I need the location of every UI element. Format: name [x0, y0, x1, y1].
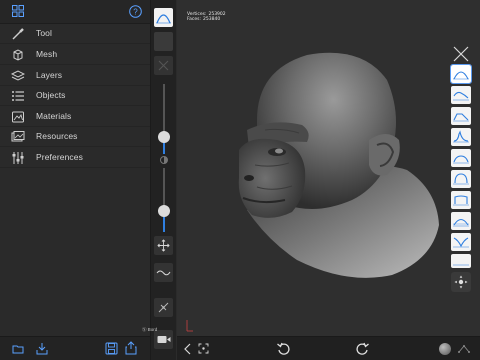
- left-panel-header: ?: [0, 0, 150, 24]
- menu-item-tool[interactable]: Tool: [0, 24, 150, 44]
- video-camera-icon: [157, 336, 171, 343]
- brush-inflate[interactable]: [451, 149, 471, 167]
- stroke-wave-icon: [156, 270, 171, 276]
- save-icon[interactable]: [105, 342, 118, 355]
- sculpt-model: [238, 52, 439, 278]
- menu-item-resources[interactable]: Resources: [0, 127, 150, 147]
- brush-curve-icon: [453, 173, 469, 185]
- brush-slot-button[interactable]: [154, 32, 173, 51]
- brush-damstandard[interactable]: [451, 128, 471, 146]
- brush-standard[interactable]: [450, 64, 472, 84]
- brush-slot-partial[interactable]: [451, 254, 471, 268]
- share-icon[interactable]: [125, 341, 137, 355]
- left-panel-footer: [0, 336, 150, 360]
- redo-icon[interactable]: [356, 342, 369, 355]
- brush-curve-icon: [453, 264, 469, 266]
- move-arrows-icon: [157, 239, 170, 252]
- menu-item-materials[interactable]: Materials: [0, 107, 150, 127]
- axis-gizmo-icon: [186, 320, 193, 332]
- help-icon[interactable]: ?: [129, 5, 142, 18]
- tool-strip: [150, 0, 176, 360]
- menu-item-preferences[interactable]: Preferences: [0, 148, 150, 168]
- navigate-icon: [454, 275, 468, 289]
- navigation-button[interactable]: [451, 272, 471, 292]
- material-ball[interactable]: [439, 343, 451, 355]
- brush-clay[interactable]: [451, 86, 471, 104]
- symmetry-button[interactable]: [154, 298, 173, 317]
- more-options-icon[interactable]: [458, 344, 470, 354]
- menu-item-label: Resources: [36, 131, 78, 141]
- menu-item-label: Layers: [36, 70, 63, 80]
- brush-flatten[interactable]: [451, 191, 471, 209]
- close-icon[interactable]: [452, 45, 470, 63]
- brush-curve-icon: [453, 195, 469, 206]
- brush-curve-icon: [453, 130, 469, 143]
- menu-item-label: Preferences: [36, 152, 83, 162]
- download-icon[interactable]: [36, 342, 48, 355]
- focal-shift-icon[interactable]: [159, 155, 169, 165]
- mesh-cube-icon: [13, 49, 23, 61]
- svg-text:?: ?: [133, 8, 138, 17]
- stroke-type-button[interactable]: [154, 263, 173, 282]
- frame-view-icon[interactable]: [198, 343, 209, 354]
- brush-falloff-icon: [156, 14, 171, 24]
- 3d-viewport[interactable]: Vertices: 253902 Faces: 253840: [177, 0, 449, 336]
- materials-icon: [12, 111, 24, 123]
- symmetry-icon: [158, 302, 169, 313]
- menu-item-objects[interactable]: Objects: [0, 86, 150, 106]
- open-file-icon[interactable]: [12, 343, 24, 355]
- brush-curve-icon: [453, 71, 469, 80]
- menu-item-layers[interactable]: Layers: [0, 66, 150, 86]
- menu-item-label: Mesh: [36, 49, 58, 59]
- brush-smooth[interactable]: [451, 212, 471, 230]
- layers-icon: [11, 70, 25, 81]
- brush-curve-icon: [453, 218, 469, 227]
- brush-curve-icon: [453, 113, 469, 122]
- size-slider-knob[interactable]: [158, 205, 170, 217]
- brush-curve-icon: [453, 237, 469, 248]
- preferences-sliders-icon: [12, 152, 24, 164]
- brush-trim[interactable]: [451, 233, 471, 251]
- menu-item-label: Objects: [36, 90, 66, 100]
- move-tool-button[interactable]: [154, 236, 173, 255]
- subdivision-indicator[interactable]: Ⓢ Bord: [142, 327, 157, 333]
- intensity-slider-knob[interactable]: [158, 131, 170, 143]
- grid-menu-icon[interactable]: [12, 5, 24, 17]
- brush-move[interactable]: [451, 107, 471, 125]
- brush-pinch[interactable]: [451, 170, 471, 188]
- brush-curve-icon: [453, 91, 469, 101]
- objects-list-icon: [12, 91, 24, 101]
- left-panel: ? Tool Mesh Layers Objects Materials Res…: [0, 0, 150, 360]
- brush-icon: [12, 28, 24, 40]
- alpha-slot-button[interactable]: [154, 56, 173, 75]
- menu-item-mesh[interactable]: Mesh: [0, 45, 150, 65]
- collapse-panel-icon[interactable]: [183, 343, 192, 355]
- undo-icon[interactable]: [277, 342, 290, 355]
- menu-item-label: Materials: [36, 111, 72, 121]
- bottom-toolbar: [177, 336, 480, 360]
- brush-curve-icon: [453, 155, 469, 164]
- menu-item-label: Tool: [36, 28, 52, 38]
- x-icon: [158, 60, 169, 71]
- resources-icon: [11, 131, 25, 142]
- current-brush-button[interactable]: [154, 8, 173, 27]
- brush-strip: [449, 0, 480, 336]
